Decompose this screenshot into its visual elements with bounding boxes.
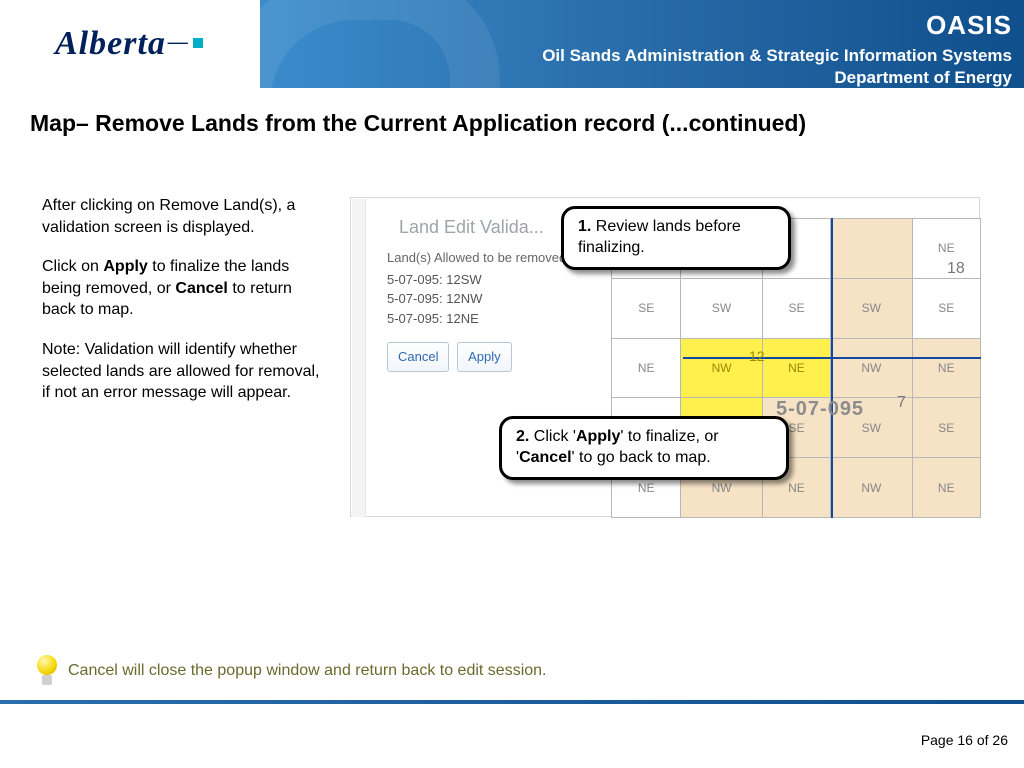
screenshot-panel: NE SE SW SE SW SE NE NW NE NW NE 11	[350, 197, 980, 517]
logo-text: Alberta	[55, 25, 166, 62]
grid-blue-line	[683, 357, 981, 359]
header-right: OASIS Oil Sands Administration & Strateg…	[260, 0, 1024, 88]
grid-cell: SE	[912, 278, 981, 338]
grid-section-7: 7	[897, 394, 906, 412]
oasis-subtitle-2: Department of Energy	[260, 67, 1012, 88]
oasis-subtitle-1: Oil Sands Administration & Strategic Inf…	[260, 45, 1012, 67]
paragraph-3: Note: Validation will identify whether s…	[42, 339, 322, 404]
scrollbar[interactable]	[352, 199, 366, 517]
land-row: 5-07-095: 12NE	[387, 309, 601, 329]
grid-blue-line	[831, 218, 833, 518]
slide-title: Map– Remove Lands from the Current Appli…	[0, 88, 1024, 137]
footer-bar	[0, 700, 1024, 704]
logo-dot-icon	[193, 38, 203, 48]
grid-cell: NW	[831, 458, 912, 518]
tip-text: Cancel will close the popup window and r…	[68, 662, 547, 680]
header-left: Alberta—	[0, 0, 260, 88]
tip-row: Cancel will close the popup window and r…	[34, 655, 547, 687]
callout-2: 2. Click 'Apply' to finalize, or 'Cancel…	[499, 416, 789, 480]
page-number: Page 16 of 26	[921, 732, 1008, 748]
township-label: 5-07-095	[776, 398, 864, 421]
grid-cell: SE	[762, 278, 830, 338]
grid-cell: NE	[762, 338, 830, 398]
grid-cell: NE	[912, 338, 981, 398]
lightbulb-icon	[34, 655, 60, 687]
grid-cell: NE	[612, 338, 681, 398]
grid-cell	[831, 219, 912, 279]
grid-cell: SE	[912, 398, 981, 458]
grid-cell: SW	[681, 278, 762, 338]
grid-section-18: 18	[947, 260, 965, 278]
grid-cell: NE	[912, 458, 981, 518]
paragraph-2: Click on Apply to finalize the lands bei…	[42, 256, 322, 321]
grid-section-12: 12	[749, 348, 765, 364]
alberta-logo: Alberta—	[55, 25, 203, 63]
logo-underline: —	[168, 31, 189, 53]
slide-body: After clicking on Remove Land(s), a vali…	[0, 137, 1024, 657]
dialog-buttons: Cancel Apply	[387, 342, 601, 372]
grid-cell: NW	[831, 338, 912, 398]
paragraph-1: After clicking on Remove Land(s), a vali…	[42, 195, 322, 238]
instruction-text: After clicking on Remove Land(s), a vali…	[42, 195, 322, 422]
callout-1: 1. Review lands before finalizing.	[561, 206, 791, 270]
land-row: 5-07-095: 12NW	[387, 289, 601, 309]
grid-cell: SE	[612, 278, 681, 338]
apply-button[interactable]: Apply	[457, 342, 512, 372]
header: Alberta— OASIS Oil Sands Administration …	[0, 0, 1024, 88]
land-row: 5-07-095: 12SW	[387, 270, 601, 290]
cancel-button[interactable]: Cancel	[387, 342, 449, 372]
grid-cell: SW	[831, 278, 912, 338]
oasis-title: OASIS	[260, 10, 1012, 41]
